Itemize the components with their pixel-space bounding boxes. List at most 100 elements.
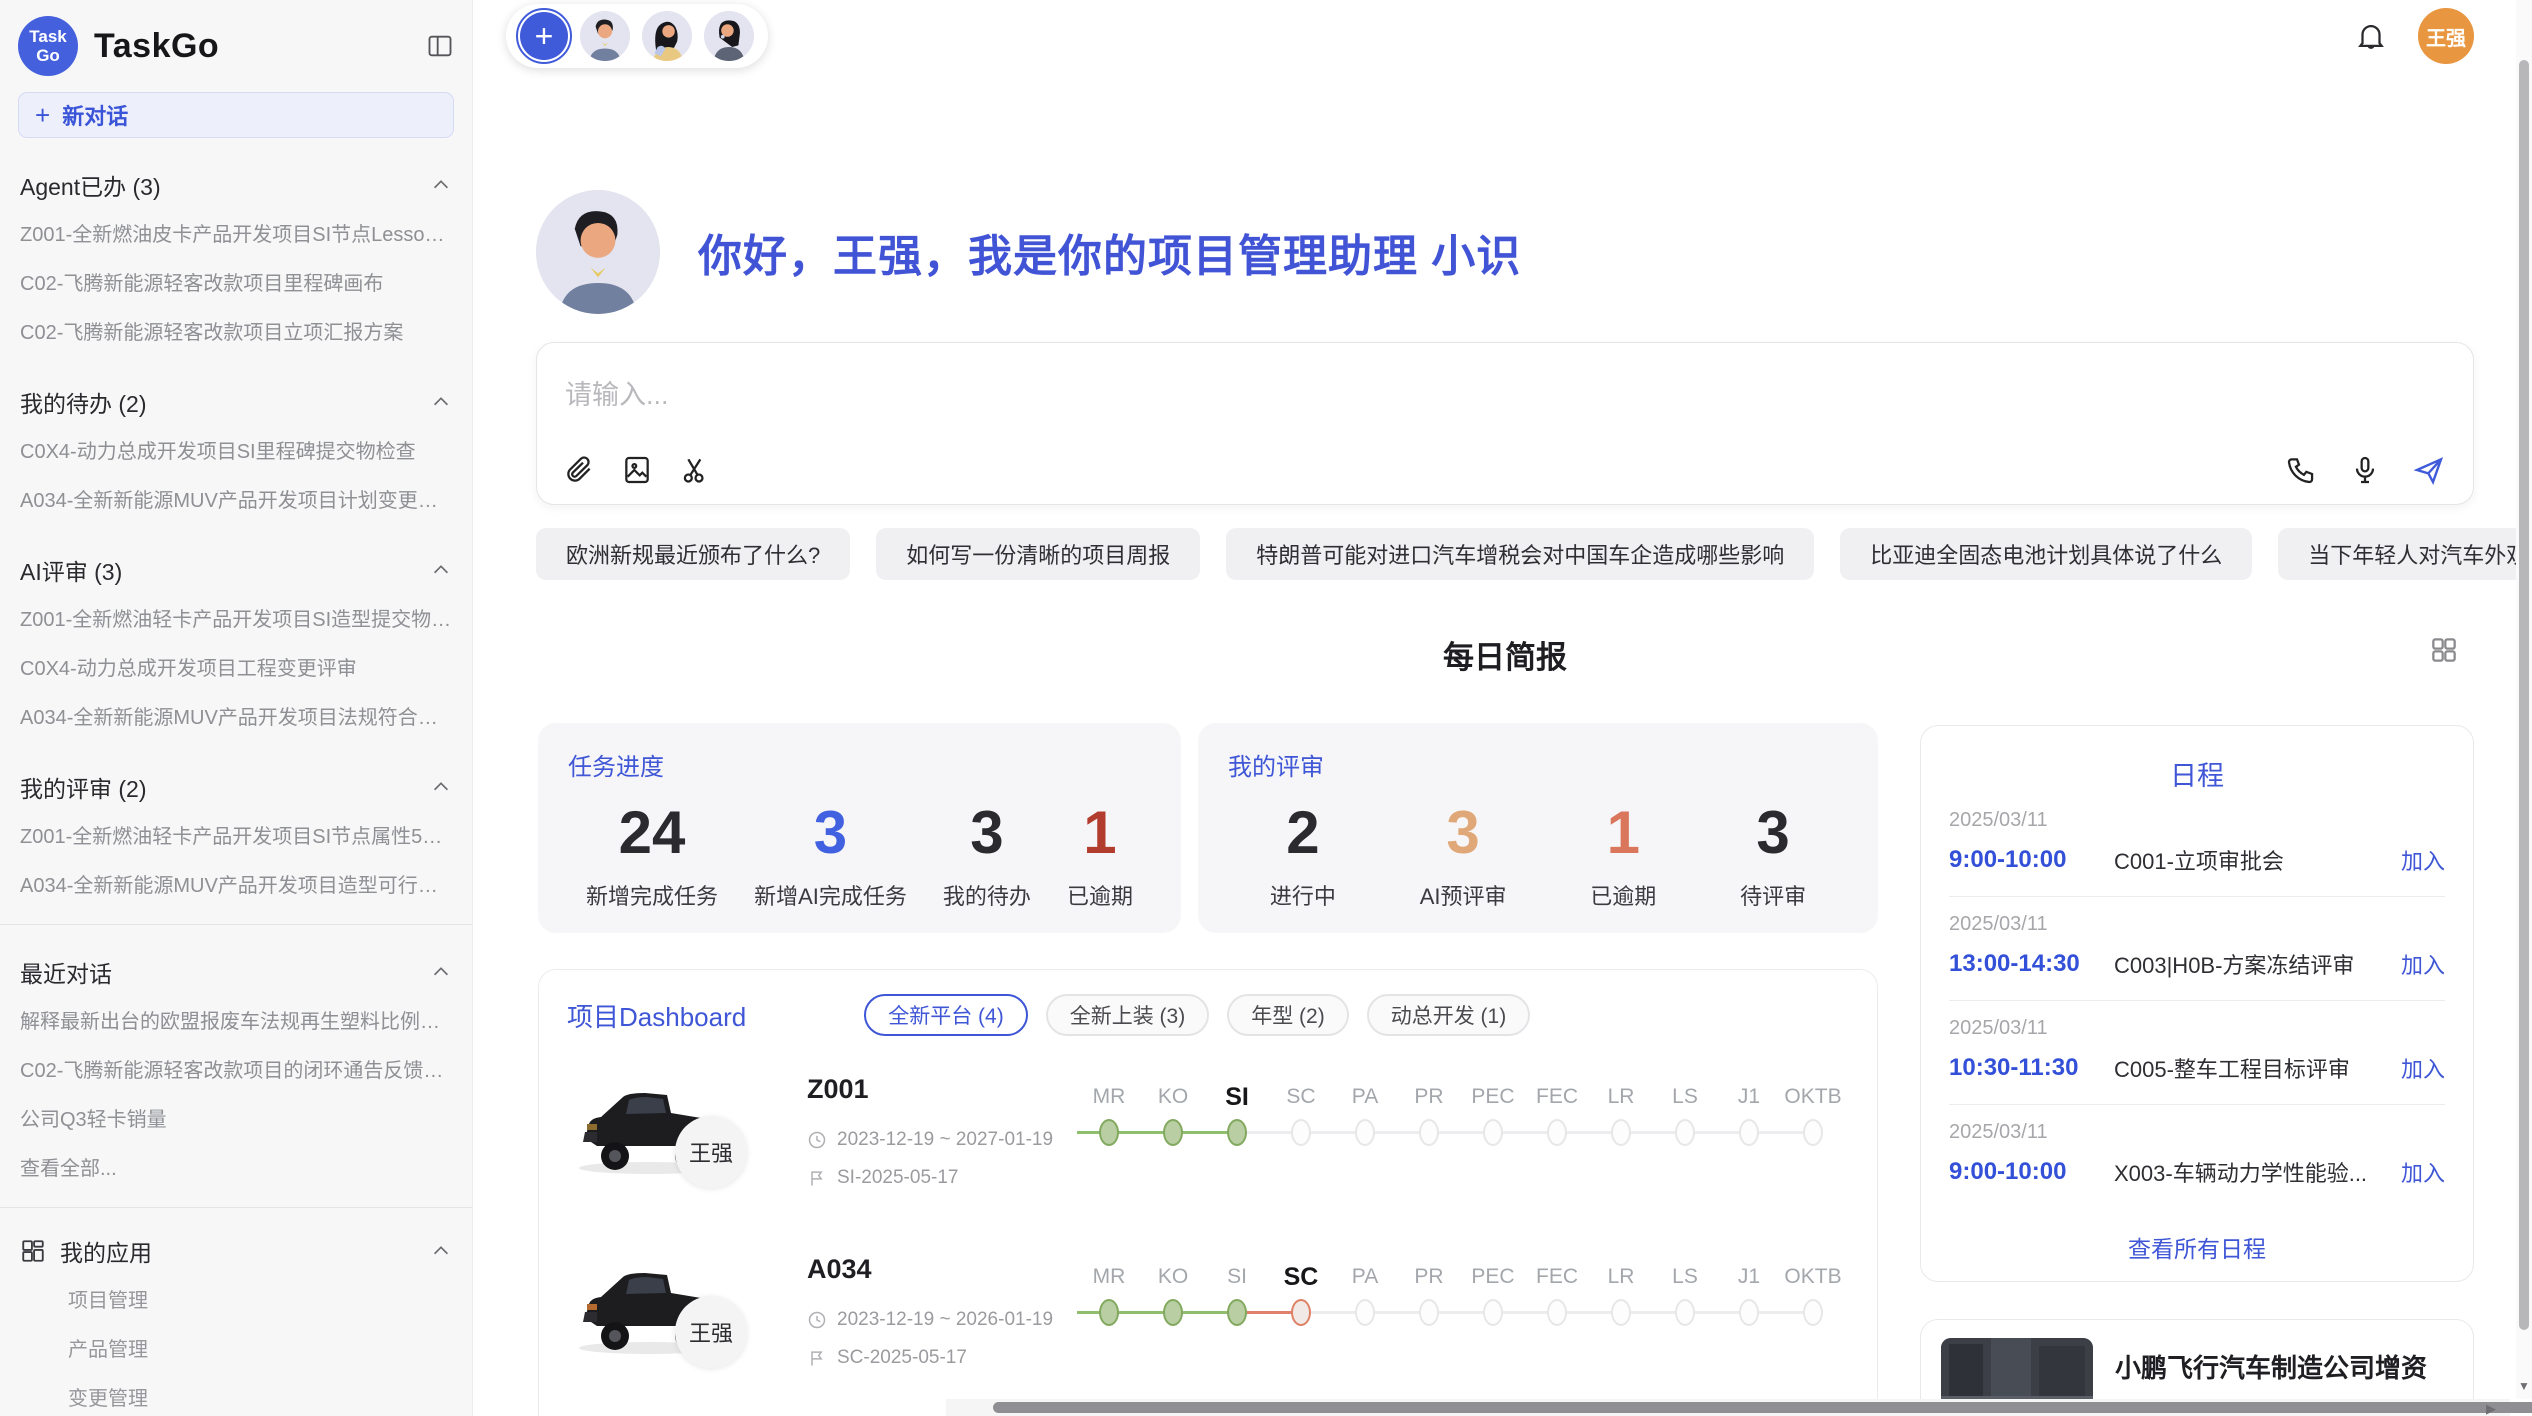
- recent-view-all[interactable]: 查看全部...: [18, 1142, 454, 1191]
- recent-item[interactable]: 公司Q3轻卡销量: [18, 1093, 454, 1142]
- image-icon[interactable]: [621, 454, 653, 486]
- horizontal-scrollbar[interactable]: ▶: [946, 1399, 2510, 1416]
- milestone-node[interactable]: [1099, 1299, 1119, 1326]
- milestone-label: LS: [1653, 1080, 1717, 1114]
- sidebar-item[interactable]: C0X4-动力总成开发项目SI里程碑提交物检查: [18, 425, 454, 474]
- paperclip-icon[interactable]: [563, 454, 595, 486]
- add-agent-button[interactable]: +: [520, 12, 568, 60]
- agent-avatar-1[interactable]: [580, 11, 630, 61]
- milestone-node[interactable]: [1739, 1299, 1759, 1326]
- vertical-scrollbar-thumb[interactable]: [2519, 60, 2529, 1330]
- user-avatar[interactable]: 王强: [2418, 8, 2474, 64]
- milestone-node[interactable]: [1611, 1119, 1631, 1146]
- divider: [0, 1207, 472, 1208]
- scroll-down-arrow-icon[interactable]: ▼: [2518, 1379, 2530, 1393]
- milestone-node[interactable]: [1675, 1299, 1695, 1326]
- recent-item[interactable]: 解释最新出台的欧盟报废车法规再生塑料比例被调至15%...: [18, 995, 454, 1044]
- sidebar-section-recent[interactable]: 最近对话: [18, 949, 454, 995]
- microphone-icon[interactable]: [2349, 454, 2381, 486]
- sidebar-item[interactable]: A034-全新新能源MUV产品开发项目造型可行性评审: [18, 859, 454, 908]
- sidebar-my-apps[interactable]: 我的应用: [18, 1228, 454, 1274]
- dashboard-tab[interactable]: 全新平台 (4): [864, 994, 1028, 1036]
- sidebar-item[interactable]: Z001-全新燃油轻卡产品开发项目SI节点属性5D文件评审: [18, 810, 454, 859]
- milestone-node[interactable]: [1291, 1119, 1311, 1146]
- view-all-schedule-link[interactable]: 查看所有日程: [1949, 1230, 2445, 1264]
- project-flag: SI-2025-05-17: [807, 1167, 1057, 1189]
- schedule-date: 2025/03/11: [1949, 913, 2445, 936]
- scroll-right-arrow-icon[interactable]: ▶: [2486, 1401, 2496, 1416]
- sidebar-section-header[interactable]: 我的待办 (2): [18, 379, 454, 425]
- milestone-node[interactable]: [1163, 1119, 1183, 1146]
- milestone-node[interactable]: [1355, 1119, 1375, 1146]
- sidebar-section-header[interactable]: Agent已办 (3): [18, 162, 454, 208]
- my-apps-item[interactable]: 产品管理: [18, 1323, 454, 1372]
- suggestion-chip[interactable]: 特朗普可能对进口汽车增税会对中国车企造成哪些影响: [1226, 528, 1814, 580]
- grid-view-icon[interactable]: [2428, 634, 2460, 671]
- recent-item[interactable]: C02-飞腾新能源轻客改款项目的闭环通告反馈情况: [18, 1044, 454, 1093]
- milestone-node[interactable]: [1163, 1299, 1183, 1326]
- milestone-node[interactable]: [1227, 1299, 1247, 1326]
- agent-avatar-2[interactable]: [642, 11, 692, 61]
- milestone-node[interactable]: [1355, 1299, 1375, 1326]
- scissors-icon[interactable]: [679, 454, 711, 486]
- join-link[interactable]: 加入: [2401, 1156, 2445, 1188]
- horizontal-scrollbar-thumb[interactable]: [993, 1402, 2532, 1413]
- suggestion-chip[interactable]: 比亚迪全固态电池计划具体说了什么: [1840, 528, 2252, 580]
- milestone-node[interactable]: [1419, 1299, 1439, 1326]
- join-link[interactable]: 加入: [2401, 948, 2445, 980]
- milestone-node[interactable]: [1291, 1299, 1311, 1326]
- milestone-node[interactable]: [1099, 1119, 1119, 1146]
- suggestion-chip[interactable]: 如何写一份清晰的项目周报: [876, 528, 1200, 580]
- join-link[interactable]: 加入: [2401, 844, 2445, 876]
- sidebar-item[interactable]: C0X4-动力总成开发项目工程变更评审: [18, 642, 454, 691]
- stat-item: 3AI预评审: [1420, 798, 1507, 911]
- milestone-node[interactable]: [1227, 1119, 1247, 1146]
- sidebar-section-header[interactable]: 我的评审 (2): [18, 764, 454, 810]
- sidebar-section-header[interactable]: AI评审 (3): [18, 547, 454, 593]
- phone-call-icon[interactable]: [2285, 454, 2317, 486]
- project-flag-label: SC-2025-05-17: [837, 1347, 967, 1369]
- stat-value: 3: [754, 798, 907, 867]
- sidebar-item[interactable]: C02-飞腾新能源轻客改款项目里程碑画布: [18, 257, 454, 306]
- milestone-label: PR: [1397, 1260, 1461, 1294]
- dashboard-tab[interactable]: 年型 (2): [1227, 994, 1349, 1036]
- send-icon[interactable]: [2413, 454, 2445, 486]
- milestone-node[interactable]: [1419, 1119, 1439, 1146]
- milestone-node[interactable]: [1547, 1119, 1567, 1146]
- project-row[interactable]: 王强 A034 2023-12-19 ~ 2026-01-19 SC-2025-…: [567, 1250, 1849, 1416]
- dashboard-tab[interactable]: 全新上装 (3): [1046, 994, 1210, 1036]
- sidebar-item[interactable]: Z001-全新燃油轻卡产品开发项目SI造型提交物评审: [18, 593, 454, 642]
- notifications-bell-icon[interactable]: [2354, 19, 2388, 53]
- my-apps-items: 项目管理产品管理变更管理查看全部...: [18, 1274, 454, 1416]
- my-apps-item[interactable]: 变更管理: [18, 1372, 454, 1416]
- new-chat-button[interactable]: + 新对话: [18, 92, 454, 138]
- project-image: 王强: [567, 1250, 745, 1416]
- my-apps-item[interactable]: 项目管理: [18, 1274, 454, 1323]
- stat-label: 待评审: [1740, 879, 1806, 911]
- sidebar-item[interactable]: C02-飞腾新能源轻客改款项目立项汇报方案: [18, 306, 454, 355]
- milestone-node[interactable]: [1803, 1299, 1823, 1326]
- milestone-node[interactable]: [1547, 1299, 1567, 1326]
- agent-avatar-3[interactable]: [704, 11, 754, 61]
- top-right-actions: 王强: [2354, 8, 2474, 64]
- milestone-node[interactable]: [1483, 1119, 1503, 1146]
- milestone-node[interactable]: [1739, 1119, 1759, 1146]
- milestone-node[interactable]: [1483, 1299, 1503, 1326]
- dashboard-tab[interactable]: 动总开发 (1): [1367, 994, 1531, 1036]
- suggestion-chip[interactable]: 欧洲新规最近颁布了什么?: [536, 528, 850, 580]
- vertical-scrollbar[interactable]: ▼: [2516, 0, 2532, 1399]
- sidebar-item[interactable]: A034-全新新能源MUV产品开发项目法规符合性评审: [18, 691, 454, 740]
- project-info: Z001 2023-12-19 ~ 2027-01-19 SI-2025-05-…: [807, 1070, 1057, 1242]
- milestone-node[interactable]: [1611, 1299, 1631, 1326]
- sidebar-item[interactable]: Z001-全新燃油皮卡产品开发项目SI节点Lesson Learn报告: [18, 208, 454, 257]
- sidebar-item[interactable]: A034-全新新能源MUV产品开发项目计划变更表编写: [18, 474, 454, 523]
- milestone-nodes: [1077, 1114, 1849, 1158]
- join-link[interactable]: 加入: [2401, 1052, 2445, 1084]
- chat-input[interactable]: 请输入...: [536, 342, 2474, 505]
- milestone-node[interactable]: [1803, 1119, 1823, 1146]
- milestone-node[interactable]: [1675, 1119, 1695, 1146]
- collapse-sidebar-icon[interactable]: [426, 32, 454, 60]
- project-name: A034: [807, 1254, 1057, 1285]
- suggestion-chip[interactable]: 当下年轻人对汽车外观有怎样的喜好趋势: [2278, 528, 2532, 580]
- project-row[interactable]: 王强 Z001 2023-12-19 ~ 2027-01-19 SI-2025-…: [567, 1070, 1849, 1242]
